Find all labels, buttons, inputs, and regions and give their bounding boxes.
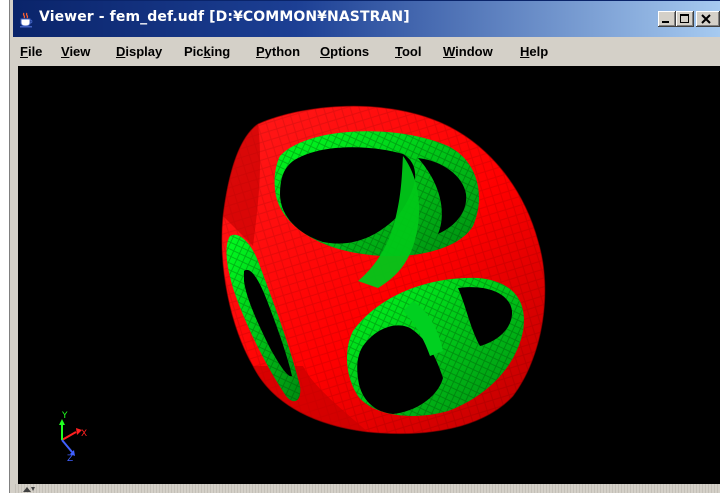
- axis-label-x: X: [81, 429, 87, 439]
- maximize-button[interactable]: [676, 11, 694, 27]
- menu-options[interactable]: Options: [320, 44, 369, 59]
- menu-file[interactable]: File: [20, 44, 42, 59]
- axis-triad: X Y Z: [59, 411, 87, 464]
- status-bar: [13, 484, 720, 493]
- menu-view[interactable]: View: [61, 44, 90, 59]
- expand-arrows-icon[interactable]: [21, 486, 37, 493]
- axis-label-y: Y: [61, 411, 68, 421]
- menu-bar: File View Display Picking Python Options…: [13, 37, 720, 65]
- menu-picking[interactable]: Picking: [184, 44, 230, 59]
- menu-display[interactable]: Display: [116, 44, 162, 59]
- close-button[interactable]: [696, 11, 720, 27]
- axis-label-z: Z: [67, 454, 73, 464]
- title-bar[interactable]: Viewer - fem_def.udf [D:¥COMMON¥NASTRAN]: [13, 0, 720, 37]
- close-icon: [701, 14, 711, 24]
- window-title: Viewer - fem_def.udf [D:¥COMMON¥NASTRAN]: [39, 9, 410, 25]
- maximize-icon: [680, 14, 689, 23]
- desktop-edge: [0, 0, 13, 493]
- menu-tool[interactable]: Tool: [395, 44, 421, 59]
- minimize-button[interactable]: [658, 11, 676, 27]
- menu-window[interactable]: Window: [443, 44, 493, 59]
- menu-python[interactable]: Python: [256, 44, 300, 59]
- minimize-icon: [662, 21, 669, 23]
- java-coffee-icon: [20, 12, 33, 28]
- 3d-viewport[interactable]: X Y Z: [18, 66, 720, 484]
- fem-model-render: X Y Z: [59, 105, 546, 464]
- viewer-window: Viewer - fem_def.udf [D:¥COMMON¥NASTRAN]…: [13, 0, 720, 493]
- menu-help[interactable]: Help: [520, 44, 548, 59]
